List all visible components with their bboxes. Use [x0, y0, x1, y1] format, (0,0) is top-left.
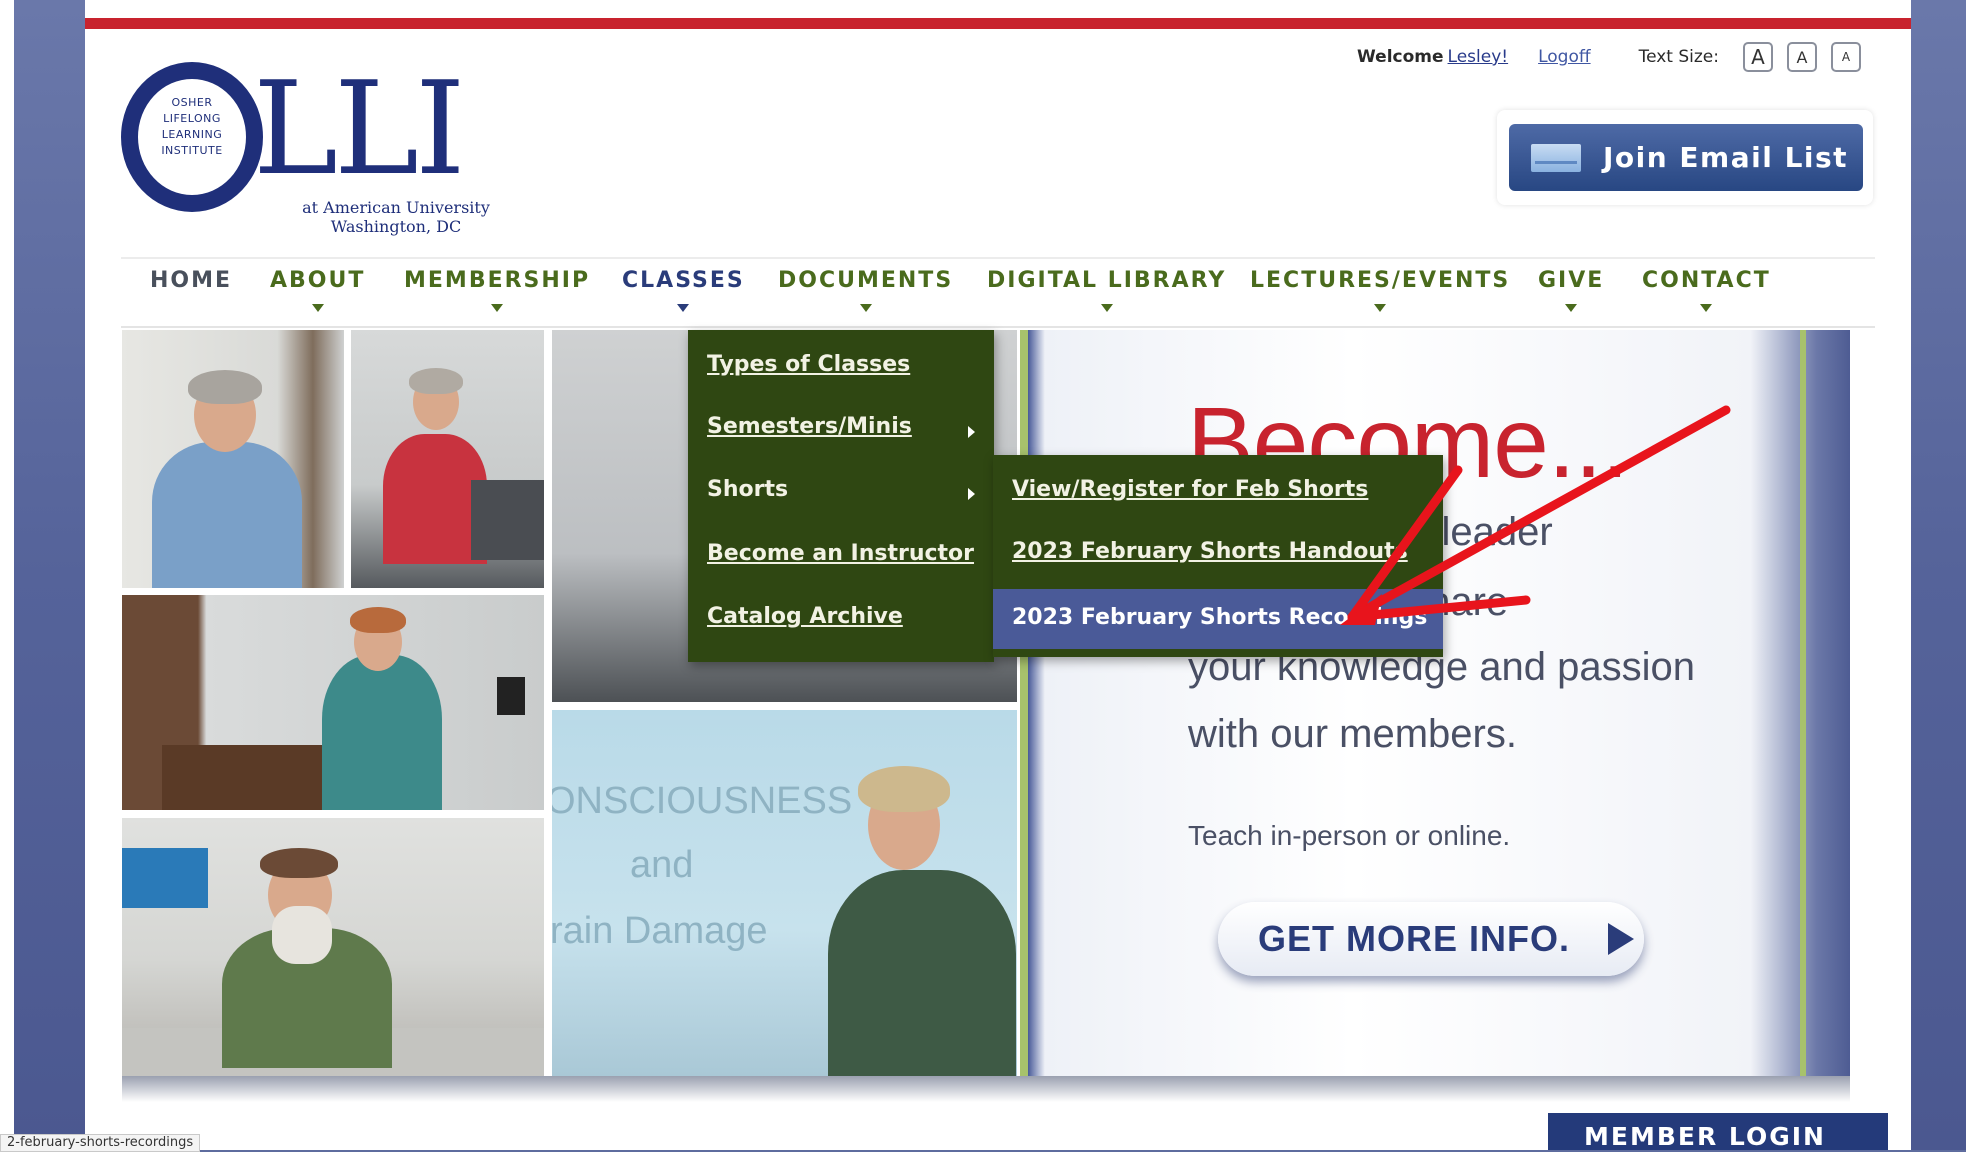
- text-size-large-button[interactable]: A: [1743, 42, 1773, 72]
- hero-banner: Become... a study group leader at OLLI a…: [1020, 330, 1850, 1076]
- nav-contact-label: CONTACT: [1642, 268, 1771, 293]
- nav-classes-label: CLASSES: [622, 268, 745, 293]
- nav-lectures-events-label: LECTURES/EVENTS: [1250, 268, 1511, 293]
- nav-digital-library-label: DIGITAL LIBRARY: [987, 268, 1227, 293]
- photo-lecture-brain: ONSCIOUSNESS and rain Damage: [552, 710, 1017, 1076]
- hero-bottom-shadow: [122, 1076, 1850, 1102]
- hero-frame-right: [1800, 330, 1806, 1076]
- get-more-info-button[interactable]: GET MORE INFO.: [1218, 902, 1644, 976]
- shorts-submenu: View/Register for Feb Shorts 2023 Februa…: [993, 455, 1443, 657]
- get-more-info-label: GET MORE INFO.: [1258, 918, 1571, 959]
- browser-status-bar: 2-february-shorts-recordings: [0, 1134, 201, 1152]
- logo-ring-text: OSHER LIFELONG LEARNING INSTITUTE: [161, 96, 223, 157]
- nav-membership[interactable]: MEMBERSHIP: [404, 268, 591, 312]
- photo-speaker-2: [351, 330, 544, 588]
- nav-divider-top: [121, 257, 1875, 259]
- top-accent-bar: [85, 18, 1911, 29]
- slide-caption-1: ONSCIOUSNESS: [552, 780, 853, 822]
- nav-lectures-events[interactable]: LECTURES/EVENTS: [1250, 268, 1511, 312]
- menu-item-become-instructor[interactable]: Become an Instructor: [707, 541, 974, 566]
- submenu-arrow-icon: [968, 488, 975, 500]
- nav-contact[interactable]: CONTACT: [1642, 268, 1771, 312]
- envelope-icon: [1531, 143, 1581, 172]
- text-size-small-button[interactable]: A: [1831, 42, 1861, 72]
- utility-bar: Welcome Lesley! Logoff Text Size: A A A: [1357, 42, 1861, 72]
- welcome-label: Welcome: [1357, 47, 1444, 67]
- menu-item-catalog-archive[interactable]: Catalog Archive: [707, 604, 903, 629]
- main-nav: HOME ABOUT MEMBERSHIP CLASSES DOCUMENTS …: [85, 268, 1911, 330]
- join-email-label: Join Email List: [1603, 141, 1849, 174]
- hero-frame-left: [1020, 330, 1028, 1076]
- chevron-down-icon: [1700, 304, 1713, 312]
- menu-item-shorts[interactable]: Shorts: [707, 477, 788, 502]
- nav-about-label: ABOUT: [270, 268, 366, 293]
- hero-line-4: with our members.: [1188, 712, 1517, 756]
- nav-classes[interactable]: CLASSES: [622, 268, 745, 312]
- page-background-right: [1911, 0, 1966, 1150]
- nav-digital-library[interactable]: DIGITAL LIBRARY: [987, 268, 1227, 312]
- nav-give[interactable]: GIVE: [1538, 268, 1605, 312]
- submenu-item-shorts-recordings[interactable]: 2023 February Shorts Recordings: [1012, 605, 1427, 630]
- photo-speaker-3: [122, 595, 544, 810]
- chevron-down-icon: [1374, 304, 1387, 312]
- logo-subtitle: at American University Washington, DC: [291, 198, 501, 236]
- submenu-item-highlight: 2023 February Shorts Recordings: [993, 589, 1443, 649]
- logo-subtitle-line1: at American University: [302, 198, 490, 217]
- window-edge: [0, 0, 14, 1150]
- menu-item-semesters-minis[interactable]: Semesters/Minis: [707, 414, 912, 439]
- member-login-button[interactable]: MEMBER LOGIN: [1548, 1113, 1888, 1150]
- slide-caption-2: and: [630, 844, 694, 886]
- chevron-down-icon: [859, 304, 872, 312]
- chevron-down-icon: [1100, 304, 1113, 312]
- logoff-link[interactable]: Logoff: [1538, 47, 1590, 67]
- menu-item-types-of-classes[interactable]: Types of Classes: [707, 352, 910, 377]
- nav-membership-label: MEMBERSHIP: [404, 268, 591, 293]
- submenu-item-view-register[interactable]: View/Register for Feb Shorts: [1012, 477, 1368, 502]
- nav-documents[interactable]: DOCUMENTS: [778, 268, 954, 312]
- submenu-arrow-icon: [968, 426, 975, 438]
- nav-divider-bottom: [121, 326, 1875, 328]
- chevron-down-icon: [311, 304, 324, 312]
- submenu-item-shorts-handouts[interactable]: 2023 February Shorts Handouts: [1012, 539, 1408, 564]
- slide-caption-3: rain Damage: [552, 910, 768, 952]
- logo-lli-text: LLI: [253, 55, 466, 204]
- photo-speaker-1: [122, 330, 344, 588]
- text-size-medium-button[interactable]: A: [1787, 42, 1817, 72]
- nav-documents-label: DOCUMENTS: [778, 268, 954, 293]
- user-name-link[interactable]: Lesley!: [1448, 47, 1509, 67]
- nav-about[interactable]: ABOUT: [270, 268, 366, 312]
- logo-subtitle-line2: Washington, DC: [330, 217, 462, 236]
- nav-give-label: GIVE: [1538, 268, 1605, 293]
- hero-teach-text: Teach in-person or online.: [1188, 820, 1511, 851]
- chevron-down-icon: [1565, 304, 1578, 312]
- photo-speaker-4: [122, 818, 544, 1076]
- nav-home[interactable]: HOME: [150, 268, 232, 293]
- join-email-wrapper: Join Email List: [1497, 110, 1873, 205]
- classes-dropdown-menu: Types of Classes Semesters/Minis Shorts …: [688, 330, 994, 662]
- nav-home-label: HOME: [150, 268, 233, 293]
- chevron-down-icon: [677, 304, 690, 312]
- text-size-label: Text Size:: [1638, 47, 1719, 67]
- play-arrow-icon: [1608, 923, 1635, 955]
- join-email-button[interactable]: Join Email List: [1509, 124, 1863, 191]
- chevron-down-icon: [491, 304, 504, 312]
- page-container: OSHER LIFELONG LEARNING INSTITUTE LLI at…: [85, 0, 1911, 1150]
- olli-logo[interactable]: OSHER LIFELONG LEARNING INSTITUTE LLI at…: [121, 62, 491, 252]
